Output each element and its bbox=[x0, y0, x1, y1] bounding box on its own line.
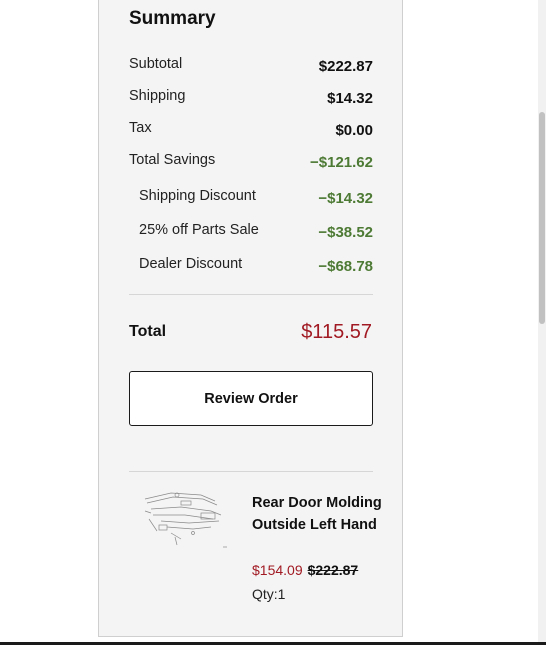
item-sale-price: $154.09 bbox=[252, 562, 303, 578]
part-diagram-thumbnail[interactable] bbox=[141, 489, 229, 551]
parts-sale-value: −$38.52 bbox=[318, 224, 373, 241]
summary-divider bbox=[129, 294, 373, 295]
shipping-discount-label: Shipping Discount bbox=[139, 188, 256, 204]
summary-title: Summary bbox=[129, 8, 216, 29]
shipping-value: $14.32 bbox=[327, 90, 373, 107]
dealer-discount-label: Dealer Discount bbox=[139, 256, 243, 272]
item-quantity: Qty:1 bbox=[252, 586, 286, 602]
page-scrollbar[interactable] bbox=[538, 0, 546, 645]
tax-value: $0.00 bbox=[335, 122, 373, 139]
part-diagram-icon bbox=[144, 492, 227, 548]
total-value: $115.57 bbox=[301, 321, 372, 343]
total-savings-value: −$121.62 bbox=[310, 154, 373, 171]
dealer-discount-value: −$68.78 bbox=[318, 258, 373, 275]
parts-sale-label: 25% off Parts Sale bbox=[139, 222, 259, 238]
item-price: $154.09 $222.87 bbox=[252, 562, 358, 578]
review-order-button[interactable]: Review Order bbox=[129, 371, 373, 426]
total-savings-label: Total Savings bbox=[129, 152, 216, 168]
item-original-price: $222.87 bbox=[307, 562, 359, 578]
subtotal-value: $222.87 bbox=[318, 58, 373, 75]
shipping-label: Shipping bbox=[129, 88, 186, 104]
item-name[interactable]: Rear Door Molding Outside Left Hand bbox=[252, 492, 382, 536]
subtotal-label: Subtotal bbox=[129, 56, 183, 72]
order-summary-panel: Summary Subtotal $222.87 Shipping $14.32… bbox=[98, 0, 403, 637]
tax-label: Tax bbox=[129, 120, 152, 136]
item-divider bbox=[129, 471, 373, 472]
scrollbar-thumb[interactable] bbox=[539, 112, 545, 324]
shipping-discount-value: −$14.32 bbox=[318, 190, 373, 207]
total-label: Total bbox=[129, 323, 167, 340]
